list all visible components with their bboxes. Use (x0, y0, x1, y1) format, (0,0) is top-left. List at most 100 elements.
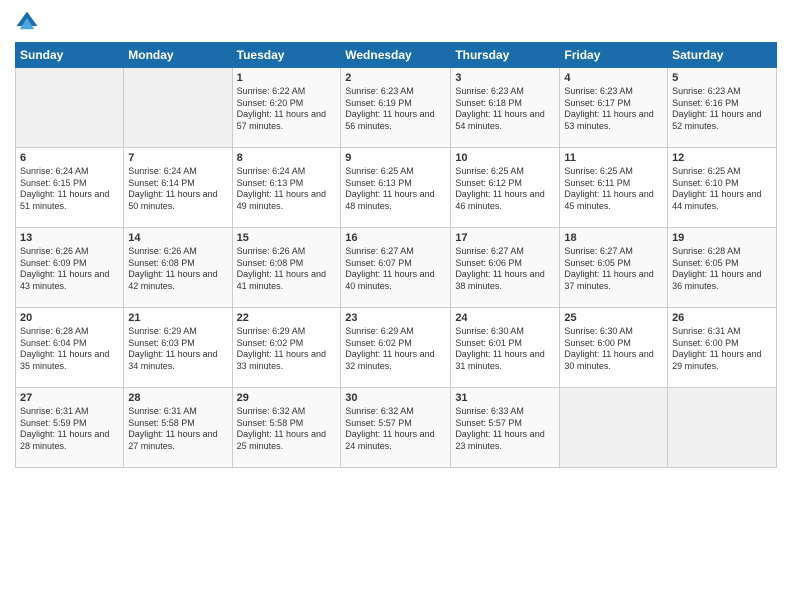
day-info: Sunrise: 6:32 AM Sunset: 5:57 PM Dayligh… (345, 406, 446, 453)
calendar-cell (668, 388, 777, 468)
day-info: Sunrise: 6:27 AM Sunset: 6:05 PM Dayligh… (564, 246, 663, 293)
day-info: Sunrise: 6:30 AM Sunset: 6:00 PM Dayligh… (564, 326, 663, 373)
day-info: Sunrise: 6:25 AM Sunset: 6:10 PM Dayligh… (672, 166, 772, 213)
calendar-cell: 6 Sunrise: 6:24 AM Sunset: 6:15 PM Daylig… (16, 148, 124, 228)
calendar-cell: 10 Sunrise: 6:25 AM Sunset: 6:12 PM Dayli… (451, 148, 560, 228)
calendar-cell: 16 Sunrise: 6:27 AM Sunset: 6:07 PM Dayli… (341, 228, 451, 308)
day-number: 8 (237, 152, 337, 164)
calendar-week-2: 6 Sunrise: 6:24 AM Sunset: 6:15 PM Daylig… (16, 148, 777, 228)
day-number: 19 (672, 232, 772, 244)
day-info: Sunrise: 6:26 AM Sunset: 6:09 PM Dayligh… (20, 246, 119, 293)
calendar-cell: 25 Sunrise: 6:30 AM Sunset: 6:00 PM Dayli… (560, 308, 668, 388)
calendar-header-saturday: Saturday (668, 43, 777, 68)
calendar-cell: 11 Sunrise: 6:25 AM Sunset: 6:11 PM Dayli… (560, 148, 668, 228)
calendar-cell: 5Sunrise: 6:23 AM Sunset: 6:16 PM Daylig… (668, 68, 777, 148)
calendar-cell: 27 Sunrise: 6:31 AM Sunset: 5:59 PM Dayli… (16, 388, 124, 468)
day-info: Sunrise: 6:25 AM Sunset: 6:12 PM Dayligh… (455, 166, 555, 213)
day-info: Sunrise: 6:24 AM Sunset: 6:15 PM Dayligh… (20, 166, 119, 213)
calendar-week-1: 1 Sunrise: 6:22 AM Sunset: 6:20 PM Daylig… (16, 68, 777, 148)
day-number: 31 (455, 392, 555, 404)
calendar-week-4: 20 Sunrise: 6:28 AM Sunset: 6:04 PM Dayli… (16, 308, 777, 388)
calendar-header-row: SundayMondayTuesdayWednesdayThursdayFrid… (16, 43, 777, 68)
day-number: 15 (237, 232, 337, 244)
day-number: 30 (345, 392, 446, 404)
calendar-week-5: 27 Sunrise: 6:31 AM Sunset: 5:59 PM Dayli… (16, 388, 777, 468)
calendar-cell: 29 Sunrise: 6:32 AM Sunset: 5:58 PM Dayli… (232, 388, 341, 468)
day-info: Sunrise: 6:23 AM Sunset: 6:19 PM Dayligh… (345, 86, 446, 133)
calendar-cell: 14 Sunrise: 6:26 AM Sunset: 6:08 PM Dayli… (124, 228, 232, 308)
logo (15, 10, 43, 34)
calendar-cell: 18 Sunrise: 6:27 AM Sunset: 6:05 PM Dayli… (560, 228, 668, 308)
calendar-cell: 24 Sunrise: 6:30 AM Sunset: 6:01 PM Dayli… (451, 308, 560, 388)
calendar-cell: 12 Sunrise: 6:25 AM Sunset: 6:10 PM Dayli… (668, 148, 777, 228)
day-number: 17 (455, 232, 555, 244)
calendar-header-tuesday: Tuesday (232, 43, 341, 68)
calendar-week-3: 13 Sunrise: 6:26 AM Sunset: 6:09 PM Dayli… (16, 228, 777, 308)
day-info: Sunrise: 6:25 AM Sunset: 6:11 PM Dayligh… (564, 166, 663, 213)
day-number: 6 (20, 152, 119, 164)
calendar-cell: 9 Sunrise: 6:25 AM Sunset: 6:13 PM Daylig… (341, 148, 451, 228)
calendar-cell: 17 Sunrise: 6:27 AM Sunset: 6:06 PM Dayli… (451, 228, 560, 308)
day-number: 10 (455, 152, 555, 164)
day-info: Sunrise: 6:27 AM Sunset: 6:07 PM Dayligh… (345, 246, 446, 293)
calendar-header-thursday: Thursday (451, 43, 560, 68)
day-number: 23 (345, 312, 446, 324)
day-number: 20 (20, 312, 119, 324)
day-info: Sunrise: 6:24 AM Sunset: 6:14 PM Dayligh… (128, 166, 227, 213)
day-number: 14 (128, 232, 227, 244)
logo-icon (15, 10, 39, 34)
day-info: Sunrise: 6:33 AM Sunset: 5:57 PM Dayligh… (455, 406, 555, 453)
day-info: Sunrise: 6:22 AM Sunset: 6:20 PM Dayligh… (237, 86, 337, 133)
day-number: 4 (564, 72, 663, 84)
day-number: 7 (128, 152, 227, 164)
day-info: Sunrise: 6:29 AM Sunset: 6:02 PM Dayligh… (237, 326, 337, 373)
day-info: Sunrise: 6:23 AM Sunset: 6:17 PM Dayligh… (564, 86, 663, 133)
day-number: 3 (455, 72, 555, 84)
calendar-cell: 8 Sunrise: 6:24 AM Sunset: 6:13 PM Daylig… (232, 148, 341, 228)
calendar-body: 1 Sunrise: 6:22 AM Sunset: 6:20 PM Daylig… (16, 68, 777, 468)
day-info: Sunrise: 6:24 AM Sunset: 6:13 PM Dayligh… (237, 166, 337, 213)
day-info: Sunrise: 6:25 AM Sunset: 6:13 PM Dayligh… (345, 166, 446, 213)
day-number: 27 (20, 392, 119, 404)
day-info: Sunrise: 6:26 AM Sunset: 6:08 PM Dayligh… (237, 246, 337, 293)
day-number: 12 (672, 152, 772, 164)
calendar-cell: 2 Sunrise: 6:23 AM Sunset: 6:19 PM Daylig… (341, 68, 451, 148)
day-number: 24 (455, 312, 555, 324)
calendar-cell: 21Sunrise: 6:29 AM Sunset: 6:03 PM Dayli… (124, 308, 232, 388)
day-info: Sunrise: 6:31 AM Sunset: 5:59 PM Dayligh… (20, 406, 119, 453)
calendar-cell: 22 Sunrise: 6:29 AM Sunset: 6:02 PM Dayli… (232, 308, 341, 388)
day-number: 13 (20, 232, 119, 244)
day-info: Sunrise: 6:28 AM Sunset: 6:04 PM Dayligh… (20, 326, 119, 373)
day-number: 2 (345, 72, 446, 84)
calendar-cell: 31 Sunrise: 6:33 AM Sunset: 5:57 PM Dayli… (451, 388, 560, 468)
calendar-cell (124, 68, 232, 148)
day-number: 1 (237, 72, 337, 84)
day-info: Sunrise: 6:31 AM Sunset: 6:00 PM Dayligh… (672, 326, 772, 373)
day-number: 29 (237, 392, 337, 404)
day-number: 11 (564, 152, 663, 164)
calendar: SundayMondayTuesdayWednesdayThursdayFrid… (15, 42, 777, 468)
calendar-cell: 15 Sunrise: 6:26 AM Sunset: 6:08 PM Dayli… (232, 228, 341, 308)
calendar-cell: 30 Sunrise: 6:32 AM Sunset: 5:57 PM Dayli… (341, 388, 451, 468)
day-info: Sunrise: 6:26 AM Sunset: 6:08 PM Dayligh… (128, 246, 227, 293)
day-number: 18 (564, 232, 663, 244)
day-info: Sunrise: 6:31 AM Sunset: 5:58 PM Dayligh… (128, 406, 227, 453)
day-info: Sunrise: 6:27 AM Sunset: 6:06 PM Dayligh… (455, 246, 555, 293)
day-info: Sunrise: 6:29 AM Sunset: 6:02 PM Dayligh… (345, 326, 446, 373)
calendar-header-wednesday: Wednesday (341, 43, 451, 68)
day-number: 25 (564, 312, 663, 324)
calendar-cell: 23 Sunrise: 6:29 AM Sunset: 6:02 PM Dayli… (341, 308, 451, 388)
calendar-cell (560, 388, 668, 468)
day-number: 16 (345, 232, 446, 244)
calendar-cell (16, 68, 124, 148)
calendar-cell: 26Sunrise: 6:31 AM Sunset: 6:00 PM Dayli… (668, 308, 777, 388)
day-info: Sunrise: 6:23 AM Sunset: 6:18 PM Dayligh… (455, 86, 555, 133)
day-number: 28 (128, 392, 227, 404)
calendar-header-monday: Monday (124, 43, 232, 68)
day-number: 21 (128, 312, 227, 324)
day-info: Sunrise: 6:30 AM Sunset: 6:01 PM Dayligh… (455, 326, 555, 373)
day-info: Sunrise: 6:28 AM Sunset: 6:05 PM Dayligh… (672, 246, 772, 293)
day-number: 22 (237, 312, 337, 324)
day-info: Sunrise: 6:32 AM Sunset: 5:58 PM Dayligh… (237, 406, 337, 453)
day-number: 9 (345, 152, 446, 164)
